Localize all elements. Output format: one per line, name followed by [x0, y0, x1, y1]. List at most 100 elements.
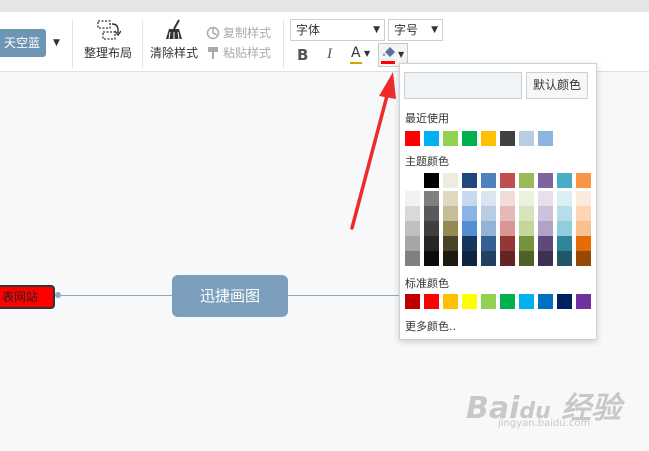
theme-color-swatch[interactable] [519, 191, 534, 206]
topic-node[interactable]: 表网站 [0, 285, 55, 309]
copy-style-button[interactable]: 复制样式 [206, 24, 271, 41]
theme-color-swatch[interactable] [405, 206, 420, 221]
theme-color-swatch[interactable] [576, 206, 591, 221]
theme-color-swatch[interactable] [443, 221, 458, 236]
standard-color-swatch[interactable] [576, 294, 591, 309]
default-color-button[interactable]: 默认颜色 [526, 72, 588, 99]
theme-color-swatch[interactable] [462, 206, 477, 221]
theme-color-swatch[interactable] [538, 251, 553, 266]
more-colors-link[interactable]: 更多颜色.. [405, 318, 456, 334]
theme-color-swatch[interactable] [538, 191, 553, 206]
theme-color-swatch[interactable] [462, 251, 477, 266]
theme-color-swatch[interactable] [557, 236, 572, 251]
arrange-layout-button[interactable]: 整理布局 [82, 18, 134, 61]
standard-color-swatch[interactable] [519, 294, 534, 309]
recent-color-swatch[interactable] [443, 131, 458, 146]
arrange-layout-label: 整理布局 [83, 46, 132, 60]
standard-color-swatch[interactable] [443, 294, 458, 309]
standard-color-swatch[interactable] [462, 294, 477, 309]
theme-color-swatch[interactable] [481, 173, 496, 188]
font-size-select[interactable]: 字号 ▼ [388, 19, 443, 41]
theme-color-swatch[interactable] [557, 191, 572, 206]
theme-color-swatch[interactable] [424, 251, 439, 266]
theme-color-swatch[interactable] [443, 206, 458, 221]
recent-color-swatch[interactable] [424, 131, 439, 146]
theme-color-swatch[interactable] [405, 221, 420, 236]
recent-color-swatch[interactable] [538, 131, 553, 146]
theme-color-swatch[interactable] [519, 236, 534, 251]
theme-color-swatch[interactable] [576, 173, 591, 188]
theme-color-swatch[interactable] [538, 173, 553, 188]
theme-color-swatch[interactable] [576, 251, 591, 266]
theme-color-swatch[interactable] [538, 221, 553, 236]
theme-color-swatch[interactable] [500, 173, 515, 188]
recent-color-swatch[interactable] [462, 131, 477, 146]
recent-color-swatch[interactable] [519, 131, 534, 146]
recent-color-swatch[interactable] [405, 131, 420, 146]
standard-color-swatch[interactable] [538, 294, 553, 309]
theme-color-swatch[interactable] [576, 221, 591, 236]
theme-color-swatch[interactable] [500, 251, 515, 266]
hex-color-input[interactable] [404, 72, 522, 99]
bold-button[interactable]: B [297, 46, 308, 64]
theme-color-swatch[interactable] [557, 251, 572, 266]
theme-color-swatch[interactable] [519, 251, 534, 266]
theme-color-swatch[interactable] [481, 206, 496, 221]
standard-color-swatch[interactable] [500, 294, 515, 309]
standard-color-swatch[interactable] [481, 294, 496, 309]
theme-color-swatch[interactable] [500, 191, 515, 206]
central-topic-node[interactable]: 迅捷画图 [172, 275, 288, 317]
theme-color-swatch[interactable] [424, 236, 439, 251]
theme-color-swatch[interactable] [443, 173, 458, 188]
theme-color-swatch[interactable] [405, 236, 420, 251]
theme-color-swatch[interactable] [519, 206, 534, 221]
standard-color-swatch[interactable] [557, 294, 572, 309]
theme-color-column [462, 173, 477, 266]
theme-color-swatch[interactable] [405, 173, 420, 188]
theme-color-swatch[interactable] [519, 221, 534, 236]
theme-color-swatch[interactable] [462, 173, 477, 188]
theme-color-swatch[interactable] [443, 191, 458, 206]
theme-color-swatch[interactable] [481, 191, 496, 206]
theme-color-swatch[interactable] [519, 173, 534, 188]
theme-color-swatch[interactable] [481, 251, 496, 266]
standard-color-swatch[interactable] [424, 294, 439, 309]
theme-color-swatch[interactable] [462, 191, 477, 206]
theme-color-swatch[interactable] [443, 251, 458, 266]
recent-color-swatch[interactable] [481, 131, 496, 146]
theme-color-swatch[interactable] [500, 236, 515, 251]
theme-color-swatch[interactable] [462, 236, 477, 251]
theme-color-swatch[interactable] [424, 206, 439, 221]
theme-color-swatch[interactable] [576, 191, 591, 206]
theme-color-swatch[interactable] [405, 191, 420, 206]
theme-color-swatch[interactable] [405, 251, 420, 266]
theme-color-swatch[interactable] [557, 173, 572, 188]
theme-color-swatch[interactable] [557, 206, 572, 221]
theme-color-swatch[interactable] [576, 236, 591, 251]
font-family-select[interactable]: 字体 ▼ [290, 19, 385, 41]
theme-color-swatch[interactable] [424, 221, 439, 236]
standard-colors-label: 标准颜色 [405, 277, 449, 290]
clear-style-button[interactable]: 清除样式 [148, 18, 200, 61]
font-size-value: 字号 [394, 23, 419, 37]
theme-color-swatch[interactable] [462, 221, 477, 236]
font-color-button[interactable]: A ▼ [349, 45, 373, 67]
theme-color-swatch[interactable] [538, 206, 553, 221]
recent-color-swatch[interactable] [500, 131, 515, 146]
standard-color-swatch[interactable] [405, 294, 420, 309]
theme-color-swatch[interactable] [424, 191, 439, 206]
theme-color-column [443, 173, 458, 266]
theme-button[interactable]: 天空蓝 [0, 29, 46, 57]
chevron-down-icon: ▼ [398, 50, 405, 59]
italic-button[interactable]: I [327, 46, 332, 63]
chevron-down-icon[interactable]: ▼ [53, 38, 60, 48]
theme-color-swatch[interactable] [500, 221, 515, 236]
theme-color-swatch[interactable] [443, 236, 458, 251]
theme-color-swatch[interactable] [557, 221, 572, 236]
theme-color-swatch[interactable] [481, 236, 496, 251]
theme-color-swatch[interactable] [424, 173, 439, 188]
theme-color-swatch[interactable] [481, 221, 496, 236]
theme-color-swatch[interactable] [538, 236, 553, 251]
paste-style-button[interactable]: 粘贴样式 [206, 44, 271, 61]
theme-color-swatch[interactable] [500, 206, 515, 221]
